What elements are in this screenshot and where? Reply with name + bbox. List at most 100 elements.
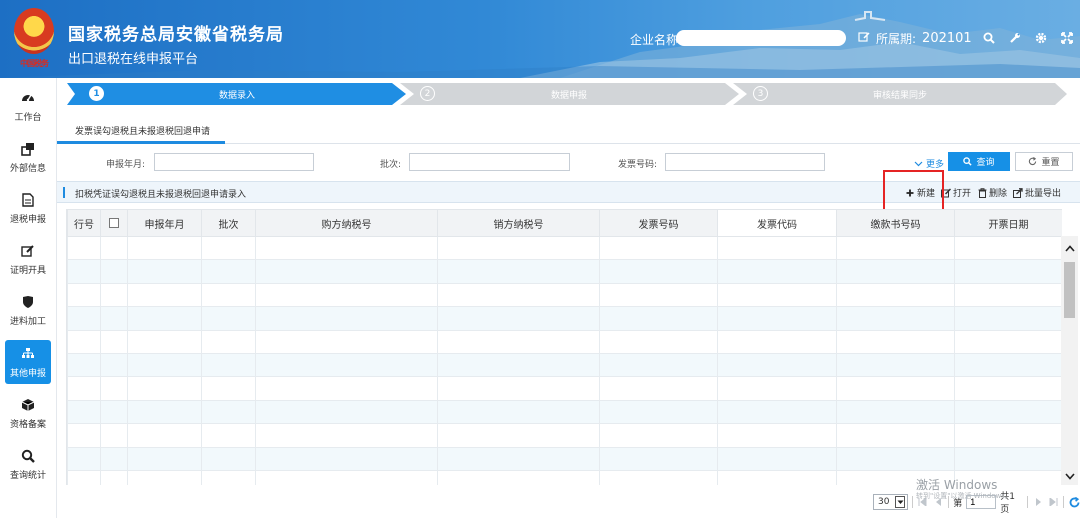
table-cell[interactable] [67,282,101,308]
table-cell[interactable] [127,329,202,354]
table-cell[interactable] [255,306,438,331]
table-cell[interactable] [100,282,128,308]
table-cell[interactable] [100,352,128,378]
select-all-checkbox[interactable] [109,217,119,228]
table-cell[interactable] [127,423,202,448]
refresh-icon[interactable] [1068,496,1080,508]
table-cell[interactable] [100,399,128,425]
table-cell[interactable] [836,399,955,425]
table-cell[interactable] [201,329,256,354]
table-cell[interactable] [255,282,438,308]
table-row[interactable] [67,329,1062,354]
sidebar-item-other-declaration[interactable]: 其他申报 [5,340,51,384]
col-header-select-all[interactable] [100,209,128,237]
table-scrollbar[interactable] [1061,236,1078,485]
delete-button[interactable]: 删除 [977,186,1007,199]
table-cell[interactable] [954,399,1062,425]
fullscreen-icon[interactable] [1060,30,1073,45]
table-cell[interactable] [717,446,837,471]
table-cell[interactable] [255,259,438,284]
table-cell[interactable] [127,469,202,485]
table-cell[interactable] [954,446,1062,471]
table-cell[interactable] [437,352,600,378]
table-cell[interactable] [255,376,438,401]
table-row[interactable] [67,376,1062,401]
table-cell[interactable] [255,399,438,425]
table-cell[interactable] [100,329,128,354]
sidebar-item-dashboard[interactable]: 工作台 [5,84,51,128]
table-cell[interactable] [599,329,718,354]
col-header-seller-taxid[interactable]: 销方纳税号 [437,209,600,237]
table-cell[interactable] [67,469,101,485]
table-cell[interactable] [127,352,202,378]
period-filter-input[interactable] [154,153,314,171]
table-cell[interactable] [954,376,1062,401]
table-cell[interactable] [127,259,202,284]
query-button[interactable]: 查询 [948,152,1010,171]
sidebar-item-qualification[interactable]: 资格备案 [5,391,51,435]
table-cell[interactable] [67,235,101,261]
sidebar-item-query-stats[interactable]: 查询统计 [5,442,51,486]
table-cell[interactable] [437,282,600,308]
wrench-icon[interactable] [1008,30,1021,45]
table-cell[interactable] [100,259,128,284]
sidebar-item-refund-declaration[interactable]: 退税申报 [5,186,51,230]
table-cell[interactable] [67,306,101,331]
table-cell[interactable] [201,376,256,401]
table-cell[interactable] [437,235,600,261]
table-cell[interactable] [717,282,837,308]
table-cell[interactable] [599,235,718,261]
col-header-batch[interactable]: 批次 [201,209,256,237]
table-cell[interactable] [67,423,101,448]
table-cell[interactable] [836,282,955,308]
table-cell[interactable] [100,306,128,331]
table-cell[interactable] [954,235,1062,261]
table-cell[interactable] [67,446,101,471]
table-row[interactable] [67,306,1062,331]
table-cell[interactable] [127,399,202,425]
more-filters-toggle[interactable]: 更多 [914,157,944,170]
open-button[interactable]: 打开 [941,186,971,199]
tab-invoice-rollback[interactable]: 发票误勾退税且未报退税回退申请 [75,124,210,137]
table-cell[interactable] [954,306,1062,331]
table-cell[interactable] [836,235,955,261]
page-size-select[interactable]: 30 [873,494,909,510]
table-cell[interactable] [201,306,256,331]
table-cell[interactable] [599,352,718,378]
table-cell[interactable] [836,423,955,448]
table-cell[interactable] [836,329,955,354]
table-cell[interactable] [599,423,718,448]
table-cell[interactable] [437,423,600,448]
table-cell[interactable] [717,306,837,331]
table-row[interactable] [67,282,1062,308]
table-cell[interactable] [100,446,128,471]
table-row[interactable] [67,399,1062,425]
table-cell[interactable] [201,423,256,448]
table-cell[interactable] [599,259,718,284]
table-cell[interactable] [201,259,256,284]
table-cell[interactable] [599,399,718,425]
table-cell[interactable] [437,446,600,471]
table-cell[interactable] [717,352,837,378]
table-cell[interactable] [201,282,256,308]
table-cell[interactable] [836,306,955,331]
table-cell[interactable] [717,376,837,401]
table-cell[interactable] [437,399,600,425]
table-cell[interactable] [437,469,600,485]
table-cell[interactable] [201,399,256,425]
table-cell[interactable] [717,259,837,284]
sidebar-item-processing[interactable]: 进料加工 [5,288,51,332]
reset-button[interactable]: 重置 [1015,152,1073,171]
table-cell[interactable] [67,399,101,425]
table-cell[interactable] [67,329,101,354]
col-header-buyer-taxid[interactable]: 购方纳税号 [255,209,438,237]
table-cell[interactable] [599,469,718,485]
col-header-invoice-code[interactable]: 发票代码 [717,209,837,237]
table-cell[interactable] [437,376,600,401]
table-cell[interactable] [100,423,128,448]
table-cell[interactable] [255,329,438,354]
table-cell[interactable] [201,235,256,261]
table-cell[interactable] [100,469,128,485]
table-cell[interactable] [717,423,837,448]
table-cell[interactable] [100,376,128,401]
